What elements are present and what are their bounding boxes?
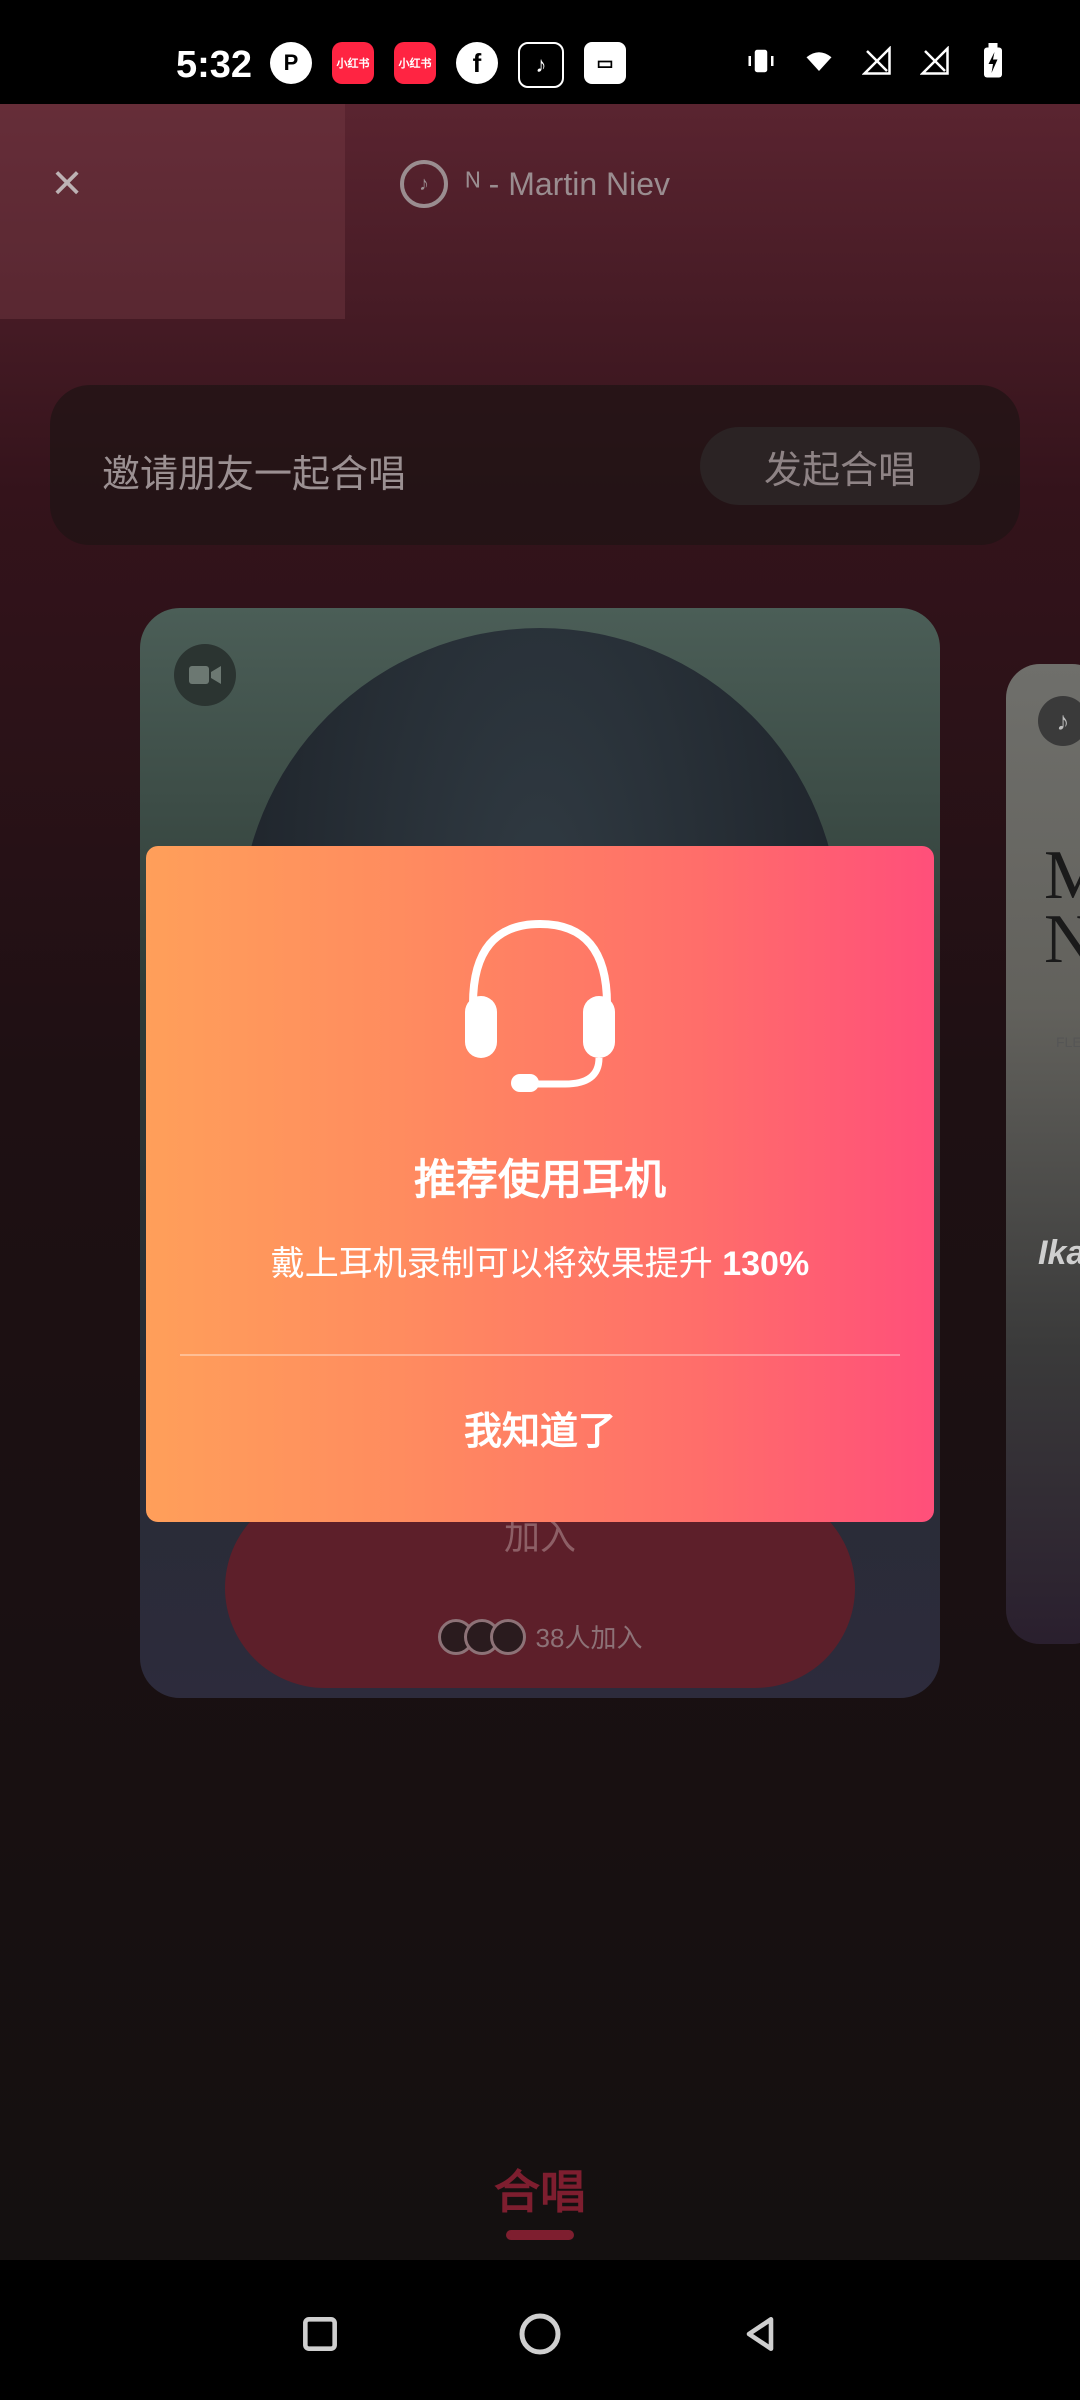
invite-text: 邀请朋友一起合唱 [102, 454, 407, 496]
start-chorus-button[interactable]: 发起合唱 [700, 427, 980, 505]
close-icon[interactable]: × [42, 157, 92, 209]
dialog-description-text: 戴上耳机录制可以将效果提升 [270, 1245, 713, 1283]
video-icon [174, 644, 236, 706]
song-title-row: ♪ ᴺ - Martin Niev [400, 160, 670, 208]
battery-charging-icon [976, 43, 1010, 78]
facebook-icon: f [456, 42, 498, 84]
ack-button[interactable]: 我知道了 [146, 1400, 934, 1455]
side-card-small-text: FLE [1056, 1034, 1080, 1050]
side-card-title: MN [1044, 837, 1080, 978]
box-icon: ▭ [584, 42, 626, 84]
dialog-title: 推荐使用耳机 [413, 1156, 666, 1203]
home-icon[interactable] [510, 2304, 570, 2364]
xiaohongshu-icon: 小红书 [394, 42, 436, 84]
plex-icon: P [270, 42, 312, 84]
status-app-icons: P 小红书 小红书 f ♪ ▭ [270, 42, 626, 88]
join-count-row: 38人加入 [225, 1618, 855, 1655]
avatar [489, 1618, 526, 1655]
join-count: 38人加入 [535, 1623, 643, 1653]
system-nav-bar [0, 2260, 1080, 2400]
invite-bar: 邀请朋友一起合唱 发起合唱 [50, 385, 1020, 545]
status-time: 5:32 [176, 44, 253, 86]
recent-apps-icon[interactable] [290, 2304, 350, 2364]
music-note-icon: ♪ [1038, 696, 1080, 746]
music-icon: ♪ [400, 160, 448, 208]
tab-chorus[interactable]: 合唱 [0, 2156, 1080, 2222]
wifi-icon [802, 44, 836, 78]
song-title: ᴺ - Martin Niev [466, 165, 671, 202]
tiktok-icon: ♪ [518, 42, 564, 88]
signal-off-icon [918, 44, 952, 78]
tab-indicator [506, 2230, 574, 2240]
status-bar: 5:32 P 小红书 小红书 f ♪ ▭ [0, 0, 1080, 104]
headset-icon [455, 904, 625, 1094]
dialog-divider [180, 1354, 900, 1356]
participant-avatars [437, 1618, 526, 1655]
xiaohongshu-icon: 小红书 [332, 42, 374, 84]
status-indicators [744, 43, 1010, 78]
side-card-label: Ika [1038, 1234, 1080, 1272]
back-icon[interactable] [730, 2304, 790, 2364]
headphone-tip-dialog: 推荐使用耳机 戴上耳机录制可以将效果提升 130% 我知道了 [146, 846, 934, 1522]
dialog-description-highlight: 130% [722, 1245, 810, 1283]
dialog-description: 戴上耳机录制可以将效果提升 130% [146, 1236, 934, 1285]
signal-off-icon [860, 44, 894, 78]
next-chorus-card[interactable]: ♪ MN FLE Ika [1006, 664, 1080, 1644]
vibrate-icon [744, 44, 778, 78]
